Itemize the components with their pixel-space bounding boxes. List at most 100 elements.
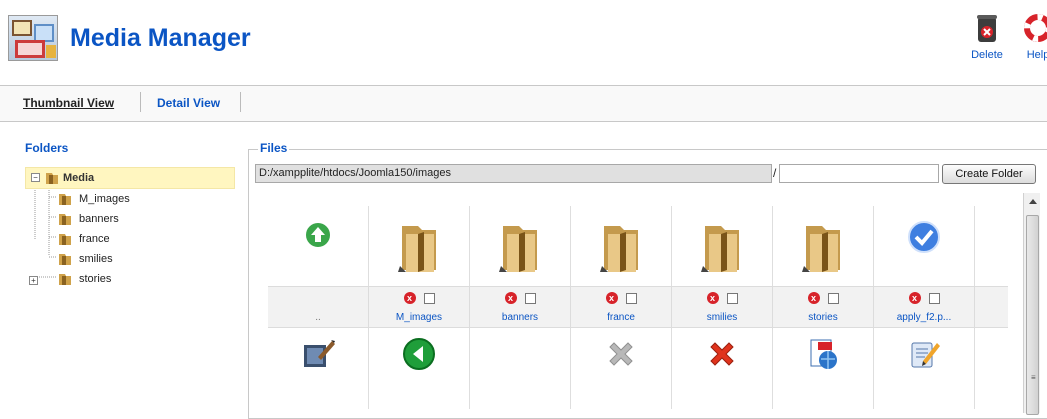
tree-node-banners[interactable]: banners xyxy=(57,211,119,230)
thumb-folder-banners[interactable] xyxy=(470,206,571,286)
back-icon xyxy=(369,337,469,371)
folder-icon xyxy=(57,214,73,230)
label-cell: x france xyxy=(571,287,672,329)
label-cell: x smilies xyxy=(672,287,773,329)
folders-title: Folders xyxy=(25,141,69,155)
folder-icon xyxy=(57,194,73,210)
tree-node-smilies[interactable]: smilies xyxy=(57,251,113,270)
label-cell: x banners xyxy=(470,287,571,329)
path-separator: / xyxy=(773,166,777,180)
tree-label-media[interactable]: Media xyxy=(63,172,94,184)
thumb-folder-m-images[interactable] xyxy=(369,206,470,286)
page-title: Media Manager xyxy=(70,24,251,52)
thumb-folder-smilies[interactable] xyxy=(672,206,773,286)
thumb-file[interactable] xyxy=(672,329,773,409)
files-title: Files xyxy=(258,141,290,155)
label-cell-up[interactable]: .. xyxy=(268,287,369,329)
current-path-field[interactable]: D:/xampplite/htdocs/Joomla150/images xyxy=(255,164,772,183)
disabled-cross-icon xyxy=(571,337,671,371)
thumb-file[interactable] xyxy=(268,329,369,409)
lifebuoy-icon xyxy=(1024,14,1047,42)
view-tabs: Thumbnail View Detail View xyxy=(0,86,1047,122)
tab-separator xyxy=(240,92,241,112)
select-checkbox[interactable] xyxy=(928,292,940,304)
tree-node-france[interactable]: france xyxy=(57,231,110,250)
trash-icon xyxy=(977,15,997,42)
thumb-file-apply[interactable] xyxy=(874,206,975,286)
delete-icon[interactable]: x xyxy=(403,292,416,304)
css-icon xyxy=(773,337,873,371)
thumbnail-label-row: .. x M_images x banners x france x smili… xyxy=(268,286,1008,329)
item-name[interactable]: apply_f2.p... xyxy=(874,312,974,323)
folder-icon xyxy=(773,220,873,274)
header: Media Manager Delete Help xyxy=(0,0,1047,86)
folder-icon xyxy=(672,220,772,274)
label-cell: x apply_f2.p... xyxy=(874,287,975,329)
folder-tree: − Media M_images banners france smilies … xyxy=(25,167,235,285)
tree-label[interactable]: smilies xyxy=(79,253,113,265)
scrollbar-thumb[interactable]: ≡ xyxy=(1026,215,1039,415)
item-name[interactable]: M_images xyxy=(369,312,469,323)
folder-icon xyxy=(470,220,570,274)
tree-label[interactable]: M_images xyxy=(79,193,130,205)
create-folder-button[interactable]: Create Folder xyxy=(942,164,1036,184)
tab-separator xyxy=(140,92,141,112)
delete-icon[interactable]: x xyxy=(605,292,618,304)
new-folder-input[interactable] xyxy=(779,164,939,183)
thumb-folder-stories[interactable] xyxy=(773,206,874,286)
folder-icon xyxy=(57,271,73,290)
select-checkbox[interactable] xyxy=(726,292,738,304)
thumb-file[interactable] xyxy=(470,329,571,409)
thumb-up[interactable] xyxy=(268,206,369,286)
collapse-icon[interactable]: − xyxy=(31,173,40,182)
edit-note-icon xyxy=(874,337,974,371)
label-cell: x stories xyxy=(773,287,874,329)
delete-icon[interactable]: x xyxy=(807,292,820,304)
thumb-file[interactable] xyxy=(369,329,470,409)
tree-label[interactable]: banners xyxy=(79,213,119,225)
red-cross-icon xyxy=(672,337,772,371)
scroll-up-arrow-icon[interactable] xyxy=(1029,199,1037,204)
item-name[interactable]: smilies xyxy=(672,312,772,323)
grip-icon: ≡ xyxy=(1031,373,1036,382)
thumb-file[interactable] xyxy=(773,329,874,409)
expand-icon[interactable]: + xyxy=(29,276,38,285)
delete-button[interactable]: Delete xyxy=(967,14,1007,61)
delete-icon[interactable]: x xyxy=(706,292,719,304)
tree-label[interactable]: stories xyxy=(79,273,111,285)
media-manager-logo-icon xyxy=(8,15,58,61)
tab-detail-view[interactable]: Detail View xyxy=(157,96,220,110)
folder-icon xyxy=(57,234,73,250)
tree-node-media[interactable]: − Media xyxy=(25,167,235,189)
item-name[interactable]: stories xyxy=(773,312,873,323)
thumb-folder-france[interactable] xyxy=(571,206,672,286)
check-icon xyxy=(874,220,974,254)
folder-icon xyxy=(571,220,671,274)
folder-icon xyxy=(44,170,60,189)
help-button[interactable]: Help xyxy=(1018,14,1047,61)
help-label: Help xyxy=(1026,49,1047,61)
up-label[interactable]: .. xyxy=(268,312,368,323)
select-checkbox[interactable] xyxy=(423,292,435,304)
tree-label[interactable]: france xyxy=(79,233,110,245)
tree-node-m-images[interactable]: M_images xyxy=(57,191,130,210)
item-name[interactable]: france xyxy=(571,312,671,323)
up-arrow-icon xyxy=(268,220,368,250)
edit-icon xyxy=(268,337,368,371)
tree-node-stories[interactable]: + stories xyxy=(29,271,149,289)
delete-label: Delete xyxy=(971,49,1003,61)
thumb-file[interactable] xyxy=(874,329,975,409)
select-checkbox[interactable] xyxy=(524,292,536,304)
delete-icon[interactable]: x xyxy=(908,292,921,304)
select-checkbox[interactable] xyxy=(625,292,637,304)
folder-icon xyxy=(57,254,73,270)
tab-thumbnail-view[interactable]: Thumbnail View xyxy=(23,96,114,110)
folder-icon xyxy=(369,220,469,274)
label-cell: x M_images xyxy=(369,287,470,329)
thumb-file[interactable] xyxy=(571,329,672,409)
vertical-scrollbar[interactable]: ≡ xyxy=(1023,193,1040,415)
select-checkbox[interactable] xyxy=(827,292,839,304)
item-name[interactable]: banners xyxy=(470,312,570,323)
delete-icon[interactable]: x xyxy=(504,292,517,304)
thumbnail-grid: .. x M_images x banners x france x smili… xyxy=(268,206,1008,416)
